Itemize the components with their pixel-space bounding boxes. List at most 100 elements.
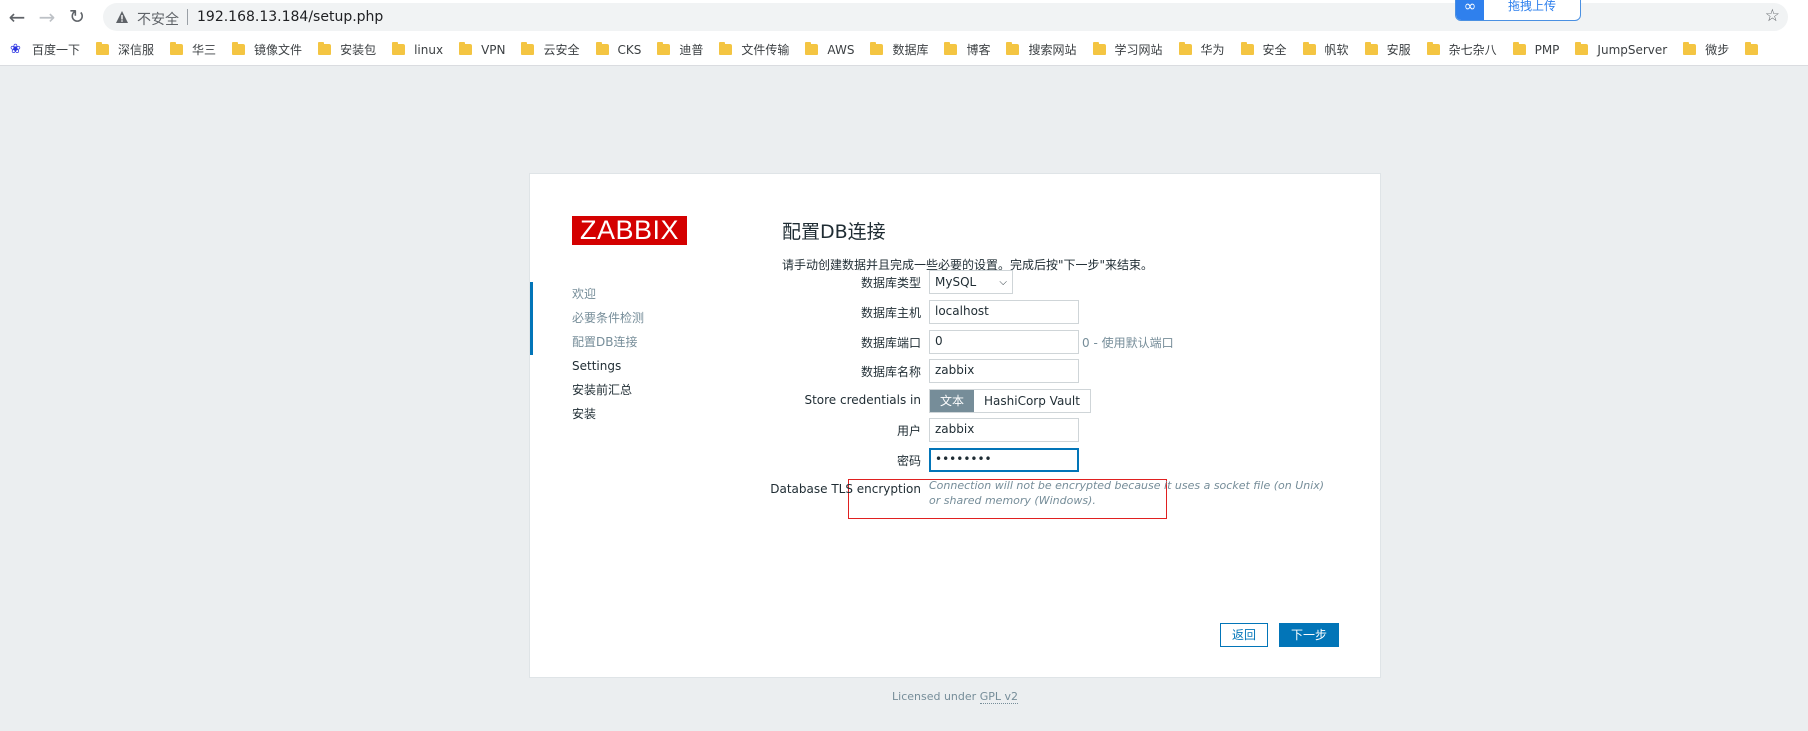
bookmark-item[interactable]: 安装包	[318, 41, 376, 58]
bookmark-item[interactable]: 安全	[1240, 41, 1287, 58]
db-port-hint: 0 - 使用默认端口	[1082, 336, 1174, 350]
folder-icon	[595, 42, 609, 55]
bookmark-item[interactable]: 数据库	[870, 41, 928, 58]
folder-icon	[944, 42, 958, 55]
db-name-label: 数据库名称	[860, 365, 921, 379]
bookmark-item[interactable]: 华为	[1178, 41, 1225, 58]
store-vault-option[interactable]: HashiCorp Vault	[974, 390, 1090, 412]
folder-icon	[805, 42, 819, 55]
bookmark-item[interactable]: 镜像文件	[232, 41, 302, 58]
db-host-label: 数据库主机	[860, 306, 921, 320]
store-credentials-label: Store credentials in	[804, 393, 921, 407]
bookmark-item[interactable]: 微步	[1683, 41, 1729, 58]
bookmarks-bar: ❀ 百度一下 深信服 华三 镜像文件 安装包 linux VPN 云安全 CKS …	[0, 34, 1808, 66]
folder-icon	[1426, 42, 1440, 55]
step-summary: 安装前汇总	[572, 383, 633, 397]
back-button[interactable]: 返回	[1220, 623, 1268, 647]
bookmark-item[interactable]	[1745, 42, 1767, 55]
progress-indicator	[530, 282, 533, 355]
folder-icon	[719, 42, 733, 55]
store-credentials-toggle: 文本 HashiCorp Vault	[929, 389, 1091, 413]
folder-icon	[870, 42, 884, 55]
tls-label: Database TLS encryption	[770, 482, 921, 496]
bookmark-item[interactable]: 博客	[944, 41, 990, 58]
folder-icon	[232, 42, 246, 55]
db-host-input[interactable]: localhost	[929, 300, 1079, 324]
license-link[interactable]: GPL v2	[979, 690, 1018, 704]
folder-icon	[1745, 42, 1759, 55]
user-input[interactable]: zabbix	[929, 418, 1079, 442]
page-title: 配置DB连接	[782, 221, 886, 243]
insecure-label[interactable]: 不安全	[137, 9, 179, 29]
zabbix-logo: ZABBIX	[572, 216, 687, 245]
address-bar[interactable]: 不安全 192.168.13.184/setup.php ∞ 拖拽上传 ☆	[103, 0, 1788, 31]
db-type-label: 数据库类型	[860, 276, 921, 290]
folder-icon	[1575, 42, 1589, 55]
folder-icon	[1683, 42, 1697, 55]
bookmark-item[interactable]: 学习网站	[1092, 41, 1163, 58]
step-install: 安装	[572, 407, 597, 421]
step-db-connection: 配置DB连接	[572, 335, 638, 349]
db-type-value: MySQL	[935, 275, 977, 289]
store-plaintext-option[interactable]: 文本	[930, 390, 975, 412]
bookmark-item[interactable]: 深信服	[96, 41, 154, 58]
forward-arrow-icon[interactable]: →	[36, 5, 58, 29]
upload-widget[interactable]: ∞ 拖拽上传	[1455, 0, 1581, 21]
step-settings: Settings	[572, 359, 622, 373]
db-port-input[interactable]: 0	[929, 330, 1079, 354]
folder-icon	[1240, 42, 1254, 55]
folder-icon	[96, 42, 110, 55]
address-separator	[187, 9, 188, 25]
db-name-input[interactable]: zabbix	[929, 359, 1079, 383]
cloud-icon: ∞	[1456, 0, 1484, 20]
folder-icon	[1512, 42, 1526, 55]
upload-label: 拖拽上传	[1508, 0, 1557, 13]
chevron-down-icon: ⌵	[999, 276, 1007, 288]
bookmark-item[interactable]: 云安全	[521, 41, 580, 58]
step-welcome: 欢迎	[572, 287, 597, 301]
bookmark-item[interactable]: ❀ 百度一下	[10, 41, 80, 58]
folder-icon	[392, 42, 406, 55]
folder-icon	[1092, 42, 1106, 55]
paw-icon: ❀	[10, 41, 21, 57]
bookmark-item[interactable]: PMP	[1512, 42, 1559, 57]
bookmark-item[interactable]: linux	[392, 42, 443, 57]
step-prerequisites: 必要条件检测	[572, 311, 645, 325]
reload-icon[interactable]: ↻	[66, 6, 88, 28]
setup-card: ZABBIX 欢迎 必要条件检测 配置DB连接 Settings 安装前汇总 安…	[529, 173, 1381, 678]
bookmark-item[interactable]: 安服	[1364, 41, 1411, 58]
password-input[interactable]: ••••••••	[929, 448, 1079, 472]
user-label: 用户	[896, 424, 921, 438]
folder-icon	[1302, 42, 1316, 55]
bookmark-item[interactable]: 搜索网站	[1006, 41, 1077, 58]
db-type-select[interactable]: MySQL ⌵	[929, 270, 1013, 294]
setup-steps: 欢迎 必要条件检测 配置DB连接 Settings 安装前汇总 安装	[572, 286, 644, 430]
tls-note: Connection will not be encrypted because…	[929, 479, 1325, 507]
bookmark-item[interactable]: JumpServer	[1575, 42, 1667, 57]
db-port-label: 数据库端口	[860, 336, 921, 350]
bookmark-item[interactable]: AWS	[805, 42, 854, 57]
folder-icon	[318, 42, 332, 55]
bookmark-item[interactable]: CKS	[595, 42, 641, 57]
bookmark-item[interactable]: 帆软	[1302, 41, 1349, 58]
bookmark-item[interactable]: VPN	[459, 42, 505, 57]
license-prefix: Licensed under	[892, 690, 977, 703]
folder-icon	[1364, 42, 1378, 55]
url-text[interactable]: 192.168.13.184/setup.php	[197, 9, 383, 25]
password-label: 密码	[896, 454, 921, 468]
bookmark-item[interactable]: 华三	[170, 41, 216, 58]
browser-toolbar: ← → ↻ 不安全 192.168.13.184/setup.php ∞ 拖拽上…	[0, 0, 1808, 34]
bookmark-item[interactable]: 文件传输	[719, 41, 789, 58]
folder-icon	[1178, 42, 1192, 55]
back-arrow-icon[interactable]: ←	[6, 5, 28, 29]
folder-icon	[521, 42, 535, 55]
bookmark-star-icon[interactable]: ☆	[1765, 6, 1780, 26]
next-button[interactable]: 下一步	[1279, 623, 1339, 647]
folder-icon	[459, 42, 473, 55]
warning-icon[interactable]	[115, 10, 129, 24]
folder-icon	[1006, 42, 1020, 55]
bookmark-item[interactable]: 迪普	[657, 41, 703, 58]
footer: Licensed under GPL v2	[0, 690, 1808, 704]
folder-icon	[170, 42, 184, 55]
bookmark-item[interactable]: 杂七杂八	[1426, 41, 1497, 58]
